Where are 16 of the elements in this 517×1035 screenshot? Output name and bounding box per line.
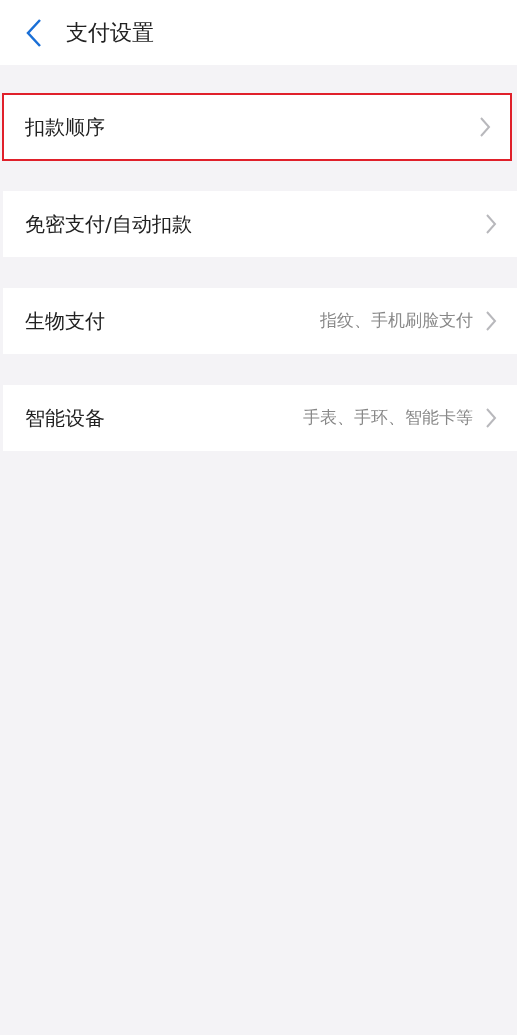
row-label: 扣款顺序 [25,114,106,141]
row-label: 生物支付 [25,308,106,335]
chevron-right-icon [485,213,497,235]
chevron-right-icon [485,310,497,332]
back-icon[interactable] [24,17,44,48]
chevron-right-icon [479,116,491,138]
settings-row[interactable]: 免密支付/自动扣款 [3,191,517,257]
settings-row[interactable]: 智能设备 手表、手环、智能卡等 [3,385,517,451]
page-title: 支付设置 [66,19,154,47]
row-label: 免密支付/自动扣款 [25,211,193,238]
row-detail: 指纹、手机刷脸支付 [320,309,473,333]
settings-row[interactable]: 生物支付 指纹、手机刷脸支付 [3,288,517,354]
row-label: 智能设备 [25,405,106,432]
chevron-right-icon [485,407,497,429]
settings-row[interactable]: 扣款顺序 [3,94,511,160]
row-detail: 手表、手环、智能卡等 [303,406,473,430]
